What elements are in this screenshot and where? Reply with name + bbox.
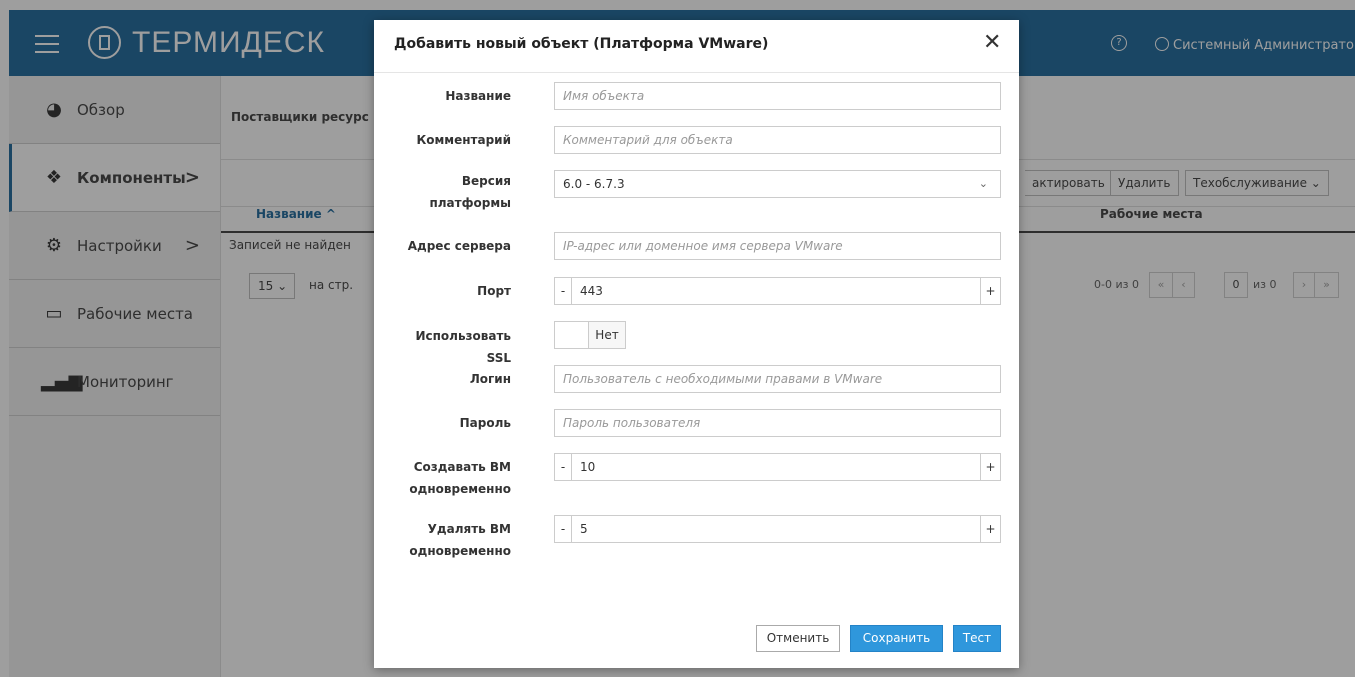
version-select[interactable]: 6.0 - 6.7.3 ⌄ bbox=[554, 170, 1001, 198]
add-object-dialog: Добавить новый объект (Платформа VMware)… bbox=[374, 20, 1019, 668]
test-button[interactable]: Тест bbox=[953, 625, 1001, 652]
create-vm-input[interactable]: 10 bbox=[571, 453, 981, 481]
save-button[interactable]: Сохранить bbox=[850, 625, 943, 652]
password-input[interactable]: Пароль пользователя bbox=[554, 409, 1001, 437]
comment-input[interactable]: Комментарий для объекта bbox=[554, 126, 1001, 154]
create-vm-decrement-button[interactable]: - bbox=[554, 453, 571, 481]
chevron-down-icon: ⌄ bbox=[978, 177, 988, 190]
login-input[interactable]: Пользователь с необходимыми правами в VM… bbox=[554, 365, 1001, 393]
delete-vm-increment-button[interactable]: + bbox=[981, 515, 1001, 543]
password-label: Пароль bbox=[459, 416, 511, 430]
ssl-toggle-state[interactable]: Нет bbox=[589, 321, 626, 349]
ssl-label: Использовать SSL bbox=[415, 329, 511, 365]
version-value: 6.0 - 6.7.3 bbox=[563, 177, 625, 191]
version-label: Версия платформы bbox=[429, 174, 511, 210]
port-increment-button[interactable]: + bbox=[981, 277, 1001, 305]
delete-vm-label: Удалять ВМ одновременно bbox=[409, 522, 511, 558]
cancel-button[interactable]: Отменить bbox=[756, 625, 840, 652]
port-label: Порт bbox=[477, 284, 511, 298]
ssl-toggle[interactable] bbox=[554, 321, 589, 349]
server-input[interactable]: IP-адрес или доменное имя сервера VMware bbox=[554, 232, 1001, 260]
dialog-title: Добавить новый объект (Платформа VMware) bbox=[394, 36, 769, 52]
close-icon[interactable]: ✕ bbox=[983, 30, 1001, 55]
name-label: Название bbox=[445, 89, 511, 103]
create-vm-increment-button[interactable]: + bbox=[981, 453, 1001, 481]
delete-vm-decrement-button[interactable]: - bbox=[554, 515, 571, 543]
page: ТЕРМИДЕСК ? Системный Администратор ◕ Об… bbox=[0, 0, 1355, 677]
port-decrement-button[interactable]: - bbox=[554, 277, 571, 305]
create-vm-label: Создавать ВМ одновременно bbox=[409, 460, 511, 496]
dialog-header-divider bbox=[374, 72, 1019, 73]
comment-label: Комментарий bbox=[416, 133, 511, 147]
delete-vm-input[interactable]: 5 bbox=[571, 515, 981, 543]
login-label: Логин bbox=[469, 372, 511, 386]
name-input[interactable]: Имя объекта bbox=[554, 82, 1001, 110]
port-input[interactable]: 443 bbox=[571, 277, 981, 305]
server-label: Адрес сервера bbox=[407, 239, 511, 253]
